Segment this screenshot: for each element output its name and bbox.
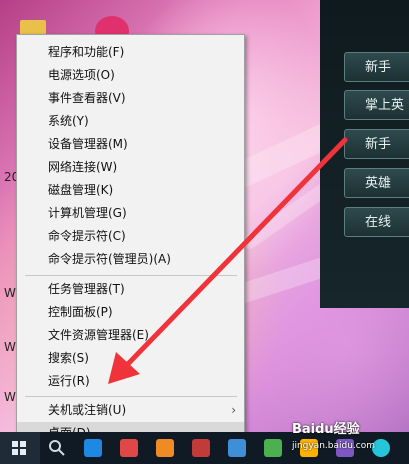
menu-item-task-manager[interactable]: 任务管理器(T)	[17, 278, 244, 300]
menu-item-command-prompt-admin[interactable]: 命令提示符(管理员)(A)	[17, 248, 244, 270]
menu-item-power-options[interactable]: 电源选项(O)	[17, 64, 244, 86]
start-button[interactable]	[0, 432, 40, 464]
game-menu-button[interactable]: 英雄	[344, 168, 409, 198]
game-menu-button[interactable]: 新手	[344, 129, 409, 159]
app-icon-orange[interactable]	[156, 439, 174, 457]
app-icon-green[interactable]	[264, 439, 282, 457]
menu-separator	[25, 396, 237, 397]
menu-item-computer-management[interactable]: 计算机管理(G)	[17, 202, 244, 224]
watermark-subtext: jingyan.baidu.com	[291, 441, 375, 451]
menu-item-file-explorer[interactable]: 文件资源管理器(E)	[17, 324, 244, 346]
menu-item-run[interactable]: 运行(R)	[17, 370, 244, 392]
menu-item-event-viewer[interactable]: 事件查看器(V)	[17, 87, 244, 109]
app-icon-media[interactable]	[120, 439, 138, 457]
desktop-side-text: W	[4, 390, 16, 404]
menu-item-disk-management[interactable]: 磁盘管理(K)	[17, 179, 244, 201]
game-menu-button[interactable]: 新手	[344, 52, 409, 82]
game-launcher-panel: 新手 掌上英 新手 英雄 在线	[320, 0, 409, 308]
menu-item-device-manager[interactable]: 设备管理器(M)	[17, 133, 244, 155]
game-menu-button[interactable]: 在线	[344, 207, 409, 237]
menu-item-system[interactable]: 系统(Y)	[17, 110, 244, 132]
app-icon-browser[interactable]	[192, 439, 210, 457]
menu-item-network-connections[interactable]: 网络连接(W)	[17, 156, 244, 178]
menu-item-command-prompt[interactable]: 命令提示符(C)	[17, 225, 244, 247]
app-icon-network[interactable]	[228, 439, 246, 457]
menu-item-control-panel[interactable]: 控制面板(P)	[17, 301, 244, 323]
menu-item-programs-features[interactable]: 程序和功能(F)	[17, 41, 244, 63]
desktop-side-text: W	[4, 286, 16, 300]
watermark-text: Baidu经验	[291, 422, 360, 437]
menu-item-search[interactable]: 搜索(S)	[17, 347, 244, 369]
baidu-watermark: Baidu经验 jingyan.baidu.com	[292, 418, 375, 452]
windows-start-icon	[12, 441, 26, 455]
winx-context-menu: 程序和功能(F) 电源选项(O) 事件查看器(V) 系统(Y) 设备管理器(M)…	[16, 34, 245, 447]
desktop-side-text: W	[4, 340, 16, 354]
menu-item-label: 关机或注销(U)	[48, 403, 127, 417]
search-icon[interactable]	[48, 439, 66, 457]
menu-separator	[25, 275, 237, 276]
chevron-right-icon: ›	[231, 403, 236, 417]
menu-item-shutdown-signout[interactable]: 关机或注销(U) ›	[17, 399, 244, 421]
game-menu-button[interactable]: 掌上英	[344, 90, 409, 120]
app-icon-blue[interactable]	[84, 439, 102, 457]
